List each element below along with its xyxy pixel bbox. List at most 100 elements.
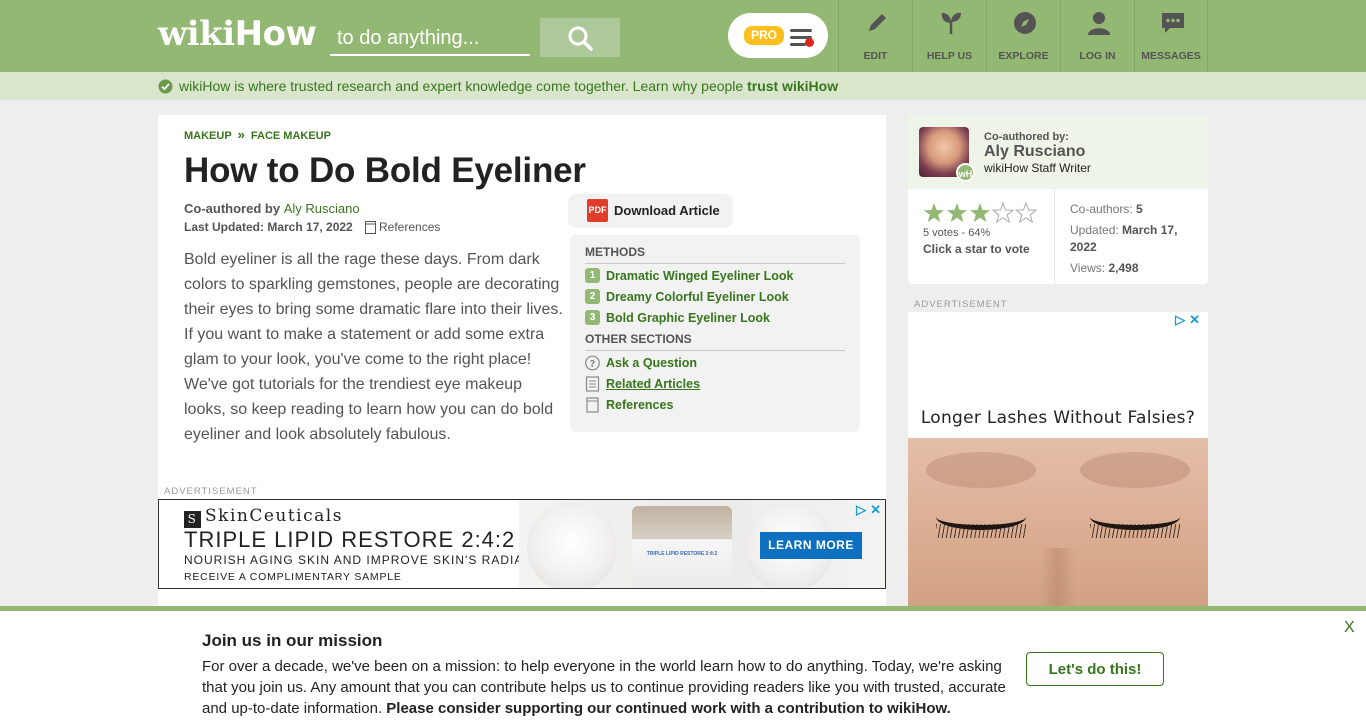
nav-label: HELP US [926, 50, 973, 62]
learn-more-button[interactable]: LEARN MORE [760, 532, 862, 559]
ad-brand: S SkinCeuticals [184, 506, 343, 528]
coauthored-label: Co-authored by [184, 201, 281, 216]
toc-other-label: Related Articles [606, 377, 701, 391]
coauthors-count: Co-authors: 5 [1070, 201, 1143, 218]
toc-ask-a-question[interactable]: ? Ask a Question [585, 355, 697, 371]
author-link[interactable]: Aly Rusciano [284, 201, 360, 216]
nav-log-in[interactable]: LOG IN [1060, 0, 1134, 72]
author-header: wH Co-authored by: Aly Rusciano wikiHow … [908, 115, 1208, 189]
references-link[interactable]: References [365, 220, 440, 234]
toc-method-2[interactable]: 2 Dreamy Colorful Eyeliner Look [585, 289, 789, 304]
coauthored-by-label: Co-authored by: [984, 131, 1069, 143]
site-header: wikiHow PRO EDIT HELP US EXPLORE LOG IN … [0, 0, 1366, 72]
nav-edit[interactable]: EDIT [838, 0, 912, 72]
ad-choices-icon[interactable]: ▷ [1175, 312, 1185, 328]
ad-subheadline: NOURISH AGING SKIN AND IMPROVE SKIN'S RA… [184, 553, 552, 567]
bookmark-icon [586, 397, 599, 413]
toc-other-heading: OTHER SECTIONS [585, 332, 692, 346]
wikihow-logo[interactable]: wikiHow [158, 14, 317, 54]
chat-bubble-icon [1162, 13, 1184, 33]
pro-badge: PRO [744, 26, 784, 45]
last-updated: Last Updated: March 17, 2022 [184, 220, 353, 234]
lashes-left [936, 524, 1026, 538]
close-banner-button[interactable]: X [1344, 619, 1355, 637]
ad-close-icon[interactable]: ✕ [1189, 312, 1200, 328]
cream-swatch-image [527, 502, 617, 588]
nav-messages[interactable]: MESSAGES [1134, 0, 1208, 72]
meta-value: 2,498 [1108, 261, 1139, 275]
download-label: Download Article [614, 203, 720, 218]
wikihow-staff-badge-icon: wH [956, 163, 975, 182]
advertisement-label: ADVERTISEMENT [914, 299, 1008, 310]
method-label: Dreamy Colorful Eyeliner Look [606, 289, 789, 304]
ad-brand-name: SkinCeuticals [205, 506, 343, 526]
ad-close-icon[interactable]: ✕ [870, 502, 881, 518]
svg-text:?: ? [590, 359, 596, 370]
trust-message: wikiHow is where trusted research and ex… [179, 78, 744, 94]
download-article-button[interactable]: PDF Download Article [568, 194, 733, 228]
mission-appeal: Please consider supporting our continued… [386, 700, 951, 717]
nav-explore[interactable]: EXPLORE [986, 0, 1060, 72]
toc-related-articles[interactable]: Related Articles [585, 376, 700, 392]
ad-offer: RECEIVE A COMPLIMENTARY SAMPLE [184, 571, 402, 583]
toc-divider [585, 350, 845, 351]
toc-method-1[interactable]: 1 Dramatic Winged Eyeliner Look [585, 268, 793, 283]
nav-label: EDIT [863, 50, 888, 62]
ad-choices: ▷ ✕ [856, 502, 881, 518]
meta-value[interactable]: 5 [1136, 202, 1143, 216]
sprout-icon [941, 12, 961, 34]
product-jar-label: TRIPLE LIPID RESTORE 2:4:2 [646, 551, 718, 557]
toc-methods-heading: METHODS [585, 245, 645, 259]
search-button[interactable] [540, 18, 620, 57]
article-intro: Bold eyeliner is all the rage these days… [184, 251, 563, 443]
star-filled-icon[interactable] [969, 202, 991, 224]
trust-wikihow-link[interactable]: trust wikiHow [747, 78, 838, 94]
star-filled-icon[interactable] [946, 202, 968, 224]
skinceuticals-ad-banner[interactable]: S SkinCeuticals TRIPLE LIPID RESTORE 2:4:… [158, 499, 886, 589]
method-number: 2 [585, 289, 600, 304]
toc-method-3[interactable]: 3 Bold Graphic Eyeliner Look [585, 310, 770, 325]
toc-other-label: References [606, 398, 674, 412]
search-icon [568, 26, 593, 51]
pro-menu-button[interactable]: PRO [728, 13, 828, 58]
user-icon [1088, 12, 1110, 35]
checkmark-badge-icon [158, 79, 173, 94]
contribute-button[interactable]: Let's do this! [1026, 652, 1164, 686]
side-ad-headline: Longer Lashes Without Falsies? [920, 408, 1196, 428]
search-input[interactable] [330, 18, 530, 56]
mission-banner: Join us in our mission For over a decade… [0, 606, 1366, 728]
star-rating [923, 202, 1037, 224]
product-jar-image: TRIPLE LIPID RESTORE 2:4:2 [632, 506, 732, 588]
ad-choices-icon[interactable]: ▷ [856, 502, 866, 518]
method-number: 1 [585, 268, 600, 283]
star-filled-icon[interactable] [923, 202, 945, 224]
coauthor-line: Co-authored by Aly Rusciano [184, 201, 360, 216]
nav-help-us[interactable]: HELP US [912, 0, 986, 72]
updated-date: Updated: March 17, 2022 [1070, 222, 1195, 256]
toc-other-label: Ask a Question [606, 356, 697, 370]
toc-references[interactable]: References [585, 397, 673, 413]
toc-divider [585, 263, 845, 264]
notification-dot [805, 38, 814, 47]
references-label: References [379, 220, 441, 234]
meta-label: Updated: [1070, 223, 1119, 237]
breadcrumb-makeup[interactable]: MAKEUP [184, 130, 232, 142]
ad-brand-mark: S [184, 511, 201, 528]
trust-bar: wikiHow is where trusted research and ex… [0, 72, 1366, 100]
breadcrumb: MAKEUP » FACE MAKEUP [184, 127, 331, 142]
breadcrumb-face-makeup[interactable]: FACE MAKEUP [251, 130, 331, 142]
author-name[interactable]: Aly Rusciano [984, 143, 1085, 161]
method-label: Bold Graphic Eyeliner Look [606, 310, 770, 325]
meta-label: Views: [1070, 261, 1106, 275]
pdf-icon: PDF [587, 199, 608, 222]
mission-title: Join us in our mission [202, 631, 383, 650]
method-label: Dramatic Winged Eyeliner Look [606, 268, 794, 283]
eyelid-shadow [1080, 452, 1190, 488]
nav-label: EXPLORE [998, 50, 1049, 62]
trust-text: wikiHow is where trusted research and ex… [179, 78, 838, 94]
lashes-side-ad[interactable]: ▷ ✕ Longer Lashes Without Falsies? [908, 312, 1208, 608]
star-empty-icon[interactable] [992, 202, 1014, 224]
star-empty-icon[interactable] [1015, 202, 1037, 224]
eyes-closeup-image [908, 438, 1208, 608]
meta-label: Co-authors: [1070, 202, 1133, 216]
